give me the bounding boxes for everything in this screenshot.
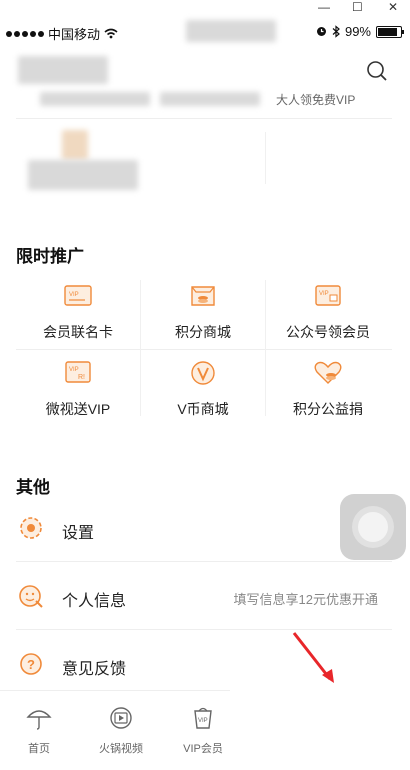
promo-item-vip-card[interactable]: VIP 会员联名卡: [16, 283, 140, 342]
bluetooth-icon: [332, 25, 340, 38]
video-play-icon: [110, 707, 132, 729]
svg-text:VIP: VIP: [69, 367, 79, 373]
divider: [16, 561, 392, 562]
personal-info-icon: [19, 585, 43, 608]
blurred-region: [186, 20, 276, 42]
window-titlebar: — ☐ ✕: [0, 0, 410, 16]
battery-percent: 99%: [344, 24, 371, 39]
points-charity-icon: [314, 361, 342, 384]
promo-item-official-account[interactable]: VIP 公众号领会员: [266, 283, 390, 342]
promo-item-label: V币商城: [177, 401, 229, 417]
wifi-icon: [104, 28, 118, 39]
row-label: 意见反馈: [62, 661, 127, 678]
settings-gear-icon: [20, 517, 42, 539]
blurred-region: [40, 92, 150, 106]
promo-item-weishi-vip[interactable]: VIP R! 微视送VIP: [16, 360, 140, 419]
row-hint: 填写信息享12元优惠开通: [233, 592, 378, 607]
promo-item-label: 会员联名卡: [43, 324, 113, 340]
svg-text:VIP: VIP: [319, 291, 329, 297]
promo-item-label: 微视送VIP: [45, 401, 111, 417]
tab-label: VIP会员: [183, 743, 223, 755]
tab-hotpot-video[interactable]: 火锅视频: [86, 705, 156, 756]
carrier-name: 中国移动: [48, 27, 101, 42]
tab-vip-member[interactable]: VIP VIP会员: [168, 705, 238, 756]
divider: [265, 132, 266, 184]
background-area: [230, 690, 410, 769]
svg-text:VIP: VIP: [69, 292, 79, 298]
vip-cup-icon: VIP: [194, 707, 212, 729]
row-label: 设置: [62, 525, 95, 542]
vcoin-mall-icon: [191, 361, 215, 385]
close-button[interactable]: ✕: [388, 0, 398, 14]
feedback-icon: ?: [20, 653, 42, 675]
promo-item-points-charity[interactable]: 积分公益捐: [266, 360, 390, 419]
header-promo-text[interactable]: 大人领免费VIP: [276, 91, 355, 108]
divider: [16, 118, 392, 119]
blurred-region: [28, 160, 138, 190]
promo-item-label: 积分公益捐: [293, 401, 363, 417]
blurred-region: [62, 130, 88, 160]
section-title-promo: 限时推广: [16, 247, 84, 266]
svg-text:?: ?: [27, 657, 35, 672]
settings-row[interactable]: 设置: [16, 495, 392, 561]
bottom-tab-bar: 首页 火锅视频 VIP VIP会员: [0, 690, 230, 770]
alarm-icon: [316, 27, 326, 36]
promo-item-vcoin-mall[interactable]: V币商城: [141, 360, 265, 419]
row-label: 个人信息: [62, 593, 127, 610]
tab-label: 火锅视频: [99, 743, 143, 755]
personal-info-row[interactable]: 个人信息 填写信息享12元优惠开通: [16, 563, 392, 629]
official-account-vip-icon: VIP: [315, 285, 341, 306]
promo-item-points-mall[interactable]: 积分商城: [141, 283, 265, 342]
divider: [16, 349, 392, 350]
search-icon[interactable]: [366, 60, 388, 82]
points-mall-icon: [191, 286, 215, 306]
promo-item-label: 积分商城: [175, 324, 231, 340]
assistive-touch-button[interactable]: [340, 494, 406, 560]
minimize-button[interactable]: —: [318, 0, 330, 14]
signal-dots-icon: [6, 30, 44, 37]
blurred-avatar: [18, 56, 108, 84]
svg-text:VIP: VIP: [198, 718, 208, 724]
umbrella-home-icon: [26, 710, 52, 730]
vip-card-icon: VIP: [64, 285, 92, 306]
promo-item-label: 公众号领会员: [286, 324, 370, 340]
tab-label: 首页: [28, 743, 50, 755]
svg-text:R!: R!: [78, 374, 85, 381]
red-arrow-annotation: [292, 632, 334, 683]
weishi-vip-icon: VIPR!: [65, 361, 91, 383]
blurred-region: [160, 92, 260, 106]
tab-home[interactable]: 首页: [4, 705, 74, 756]
maximize-button[interactable]: ☐: [352, 0, 363, 14]
battery-icon: [376, 25, 404, 38]
